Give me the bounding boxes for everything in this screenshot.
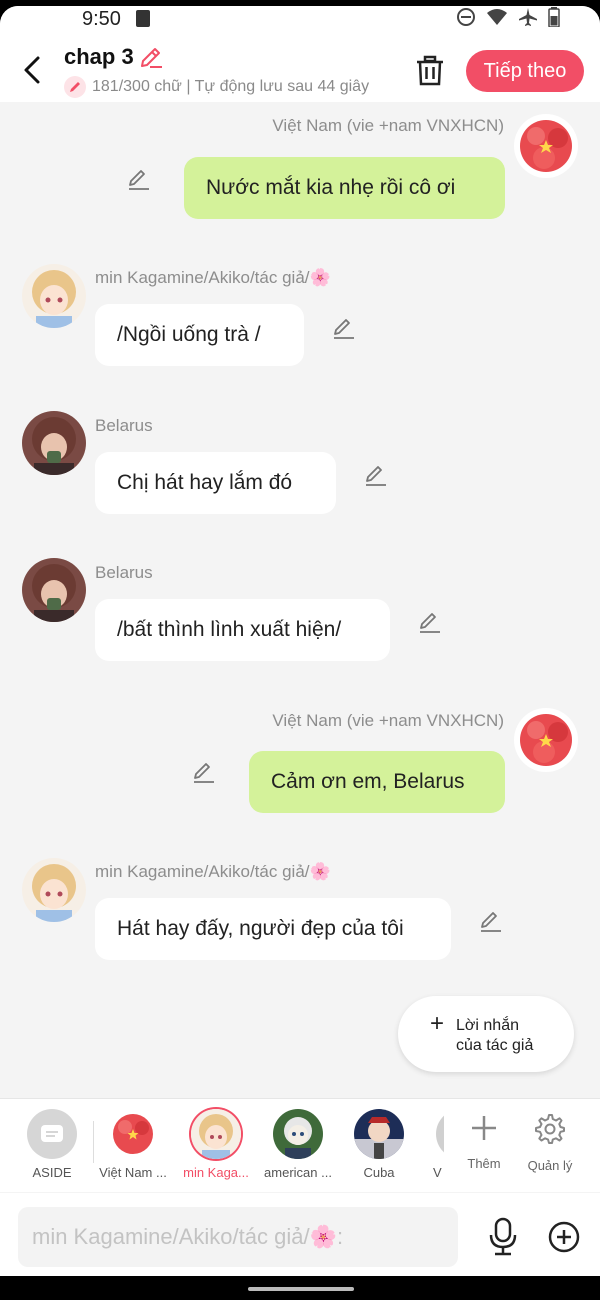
avatar-belarus[interactable] [22,411,86,475]
chapter-title[interactable]: chap 3 [64,44,164,70]
message-bubble[interactable]: Chị hát hay lắm đó [95,452,336,514]
manage-label: Quản lý [527,1158,573,1173]
sender-name: Belarus [95,416,153,435]
word-count-autosave: 181/300 chữ | Tự động lưu sau 44 giây [64,76,392,98]
avatar-kagamine [191,1109,241,1159]
trash-icon[interactable] [414,54,446,88]
edit-message-icon[interactable] [417,609,443,635]
message-bubble[interactable]: Cảm ơn em, Belarus [249,751,505,813]
character-label: min Kaga... [183,1165,249,1180]
pencil-icon [64,76,86,98]
plus-icon [472,1116,496,1140]
message-bubble[interactable]: Nước mắt kia nhẹ rồi cô ơi [184,157,505,219]
character-cuba[interactable]: Cuba [339,1109,419,1180]
character-aside[interactable]: ASIDE [12,1109,92,1180]
avatar-kagamine[interactable] [22,264,86,328]
character-partial[interactable]: V [424,1109,444,1180]
author-message-label: Lời nhắn của tác giả [456,1016,533,1056]
back-arrow-icon[interactable] [18,52,48,88]
home-gesture-handle[interactable] [248,1287,354,1291]
gear-icon [535,1114,565,1144]
author-message-button[interactable]: + Lời nhắn của tác giả [398,996,574,1072]
chapter-title-text: chap 3 [64,44,134,69]
character-label: Việt Nam ... [99,1165,167,1180]
status-bar: 9:50 [0,6,600,36]
edit-title-icon[interactable] [138,44,164,70]
character-label: ASIDE [32,1165,72,1180]
edit-message-icon[interactable] [126,166,152,192]
wifi-icon [487,9,507,25]
add-character-button[interactable]: Thêm [454,1113,514,1171]
status-icons [456,7,560,27]
plus-icon: + [430,1010,445,1037]
character-label: V [433,1165,442,1180]
aside-icon [27,1109,77,1159]
system-nav-bar [0,1276,600,1300]
edit-message-icon[interactable] [191,759,217,785]
sender-name: min Kagamine/Akiko/tác giả/🌸 [95,268,331,287]
sender-name: Việt Nam (vie +nam VNXHCN) [272,711,504,730]
edit-message-icon[interactable] [331,315,357,341]
sender-name: Việt Nam (vie +nam VNXHCN) [272,116,504,135]
message-bubble[interactable]: /bất thình lình xuất hiện/ [95,599,390,661]
message-input[interactable] [18,1207,458,1267]
battery-icon [548,7,560,27]
avatar-vietnam[interactable] [514,708,578,772]
edit-message-icon[interactable] [478,908,504,934]
message-bubble[interactable]: /Ngồi uống trà / [95,304,304,366]
add-label: Thêm [467,1156,501,1171]
next-button[interactable]: Tiếp theo [466,50,584,92]
avatar-cuba [354,1109,404,1159]
edit-message-icon[interactable] [363,462,389,488]
avatar-kagamine[interactable] [22,858,86,922]
avatar-belarus[interactable] [22,558,86,622]
sender-name: Belarus [95,563,153,582]
airplane-icon [519,8,537,26]
character-label: american ... [264,1165,332,1180]
avatar-partial [436,1109,444,1159]
add-circle-icon[interactable] [548,1221,580,1253]
character-kagamine[interactable]: min Kaga... [176,1109,256,1180]
author-message-line1: Lời nhắn [456,1017,519,1034]
message-bubble[interactable]: Hát hay đấy, người đẹp của tôi [95,898,451,960]
avatar-vietnam [108,1109,158,1159]
message-input-bar [0,1193,600,1276]
microphone-icon[interactable] [486,1217,520,1257]
character-vietnam[interactable]: Việt Nam ... [93,1109,173,1180]
sender-name: min Kagamine/Akiko/tác giả/🌸 [95,862,331,881]
status-time: 9:50 [82,8,121,30]
character-selector-bar: ASIDE Việt Nam ... min Kaga... american … [0,1098,600,1192]
chat-editor-screen: 9:50 chap 3 181/300 chữ | Tự động lưu sa… [0,6,600,1276]
manage-characters-button[interactable]: Quản lý [520,1113,580,1173]
author-message-line2: của tác giả [456,1037,534,1054]
subtitle-text: 181/300 chữ | Tự động lưu sau 44 giây [92,78,370,95]
do-not-disturb-icon [457,8,475,26]
sd-card-icon [136,10,150,27]
character-american[interactable]: american ... [258,1109,338,1180]
character-label: Cuba [363,1165,395,1180]
avatar-american [273,1109,323,1159]
avatar-vietnam[interactable] [514,114,578,178]
top-app-bar: chap 3 181/300 chữ | Tự động lưu sau 44 … [0,36,600,102]
